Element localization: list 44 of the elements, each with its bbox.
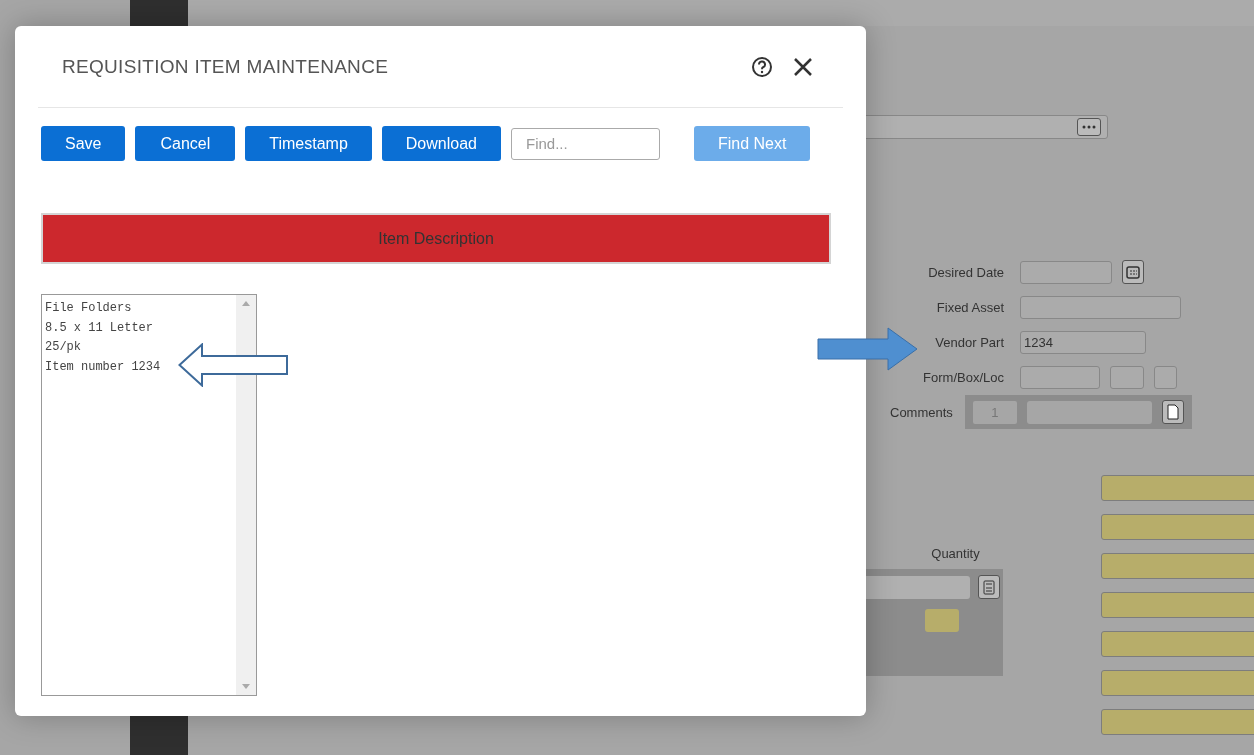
section-header: Item Description <box>41 213 831 264</box>
toolbar-button[interactable]: Download <box>381 126 501 161</box>
scroll-down-icon[interactable] <box>242 684 250 689</box>
description-field[interactable]: File Folders 8.5 x 11 Letter 25/pk Item number 1234 <box>41 294 257 696</box>
toolbar-button[interactable]: Timestamp <box>245 126 372 161</box>
field-label: Vendor Part <box>934 335 1004 350</box>
close-icon[interactable] <box>793 56 813 77</box>
toolbar-button[interactable]: Cancel <box>135 126 236 161</box>
small-field[interactable] <box>1110 366 1144 389</box>
text-field[interactable] <box>1020 366 1100 389</box>
text-field[interactable] <box>1020 296 1181 319</box>
highlighted-field[interactable] <box>1101 631 1254 657</box>
dialog-title: REQUISITION ITEM MAINTENANCE <box>62 55 390 78</box>
more-button[interactable] <box>1077 118 1101 136</box>
scrollbar[interactable] <box>236 295 256 695</box>
arrow-icon <box>178 343 290 387</box>
field-label: Desired Date <box>927 264 1004 280</box>
field-label: Form/Box/Loc <box>922 370 1004 385</box>
highlighted-field[interactable] <box>925 609 959 632</box>
find-field[interactable]: Find... <box>510 127 660 160</box>
highlighted-field[interactable] <box>1101 553 1254 579</box>
highlighted-field[interactable] <box>1101 514 1254 540</box>
highlighted-field[interactable] <box>1101 670 1254 696</box>
dots-icon <box>1082 125 1096 129</box>
arrow-icon <box>817 327 918 371</box>
small-field[interactable] <box>1154 366 1177 389</box>
calendar-button[interactable] <box>1122 260 1144 284</box>
document-icon <box>1166 404 1179 420</box>
text-field[interactable]: 1234 <box>1020 331 1146 354</box>
comment-field[interactable] <box>1026 400 1152 424</box>
field-label: Fixed Asset <box>935 300 1004 315</box>
calculator-icon <box>983 579 995 595</box>
date-field[interactable] <box>1020 260 1112 284</box>
field-label: Quantity <box>931 546 980 561</box>
toolbar-button[interactable]: Save <box>41 126 126 161</box>
field-label: Comments <box>890 404 953 420</box>
scroll-up-icon[interactable] <box>242 301 250 306</box>
calendar-icon <box>1126 265 1140 279</box>
document-button[interactable] <box>1161 400 1184 424</box>
calculator-button[interactable] <box>978 575 1000 599</box>
highlighted-field[interactable] <box>1101 592 1254 618</box>
highlighted-field[interactable] <box>1101 709 1254 735</box>
highlighted-field[interactable] <box>1101 475 1254 501</box>
help-icon[interactable] <box>751 55 773 78</box>
